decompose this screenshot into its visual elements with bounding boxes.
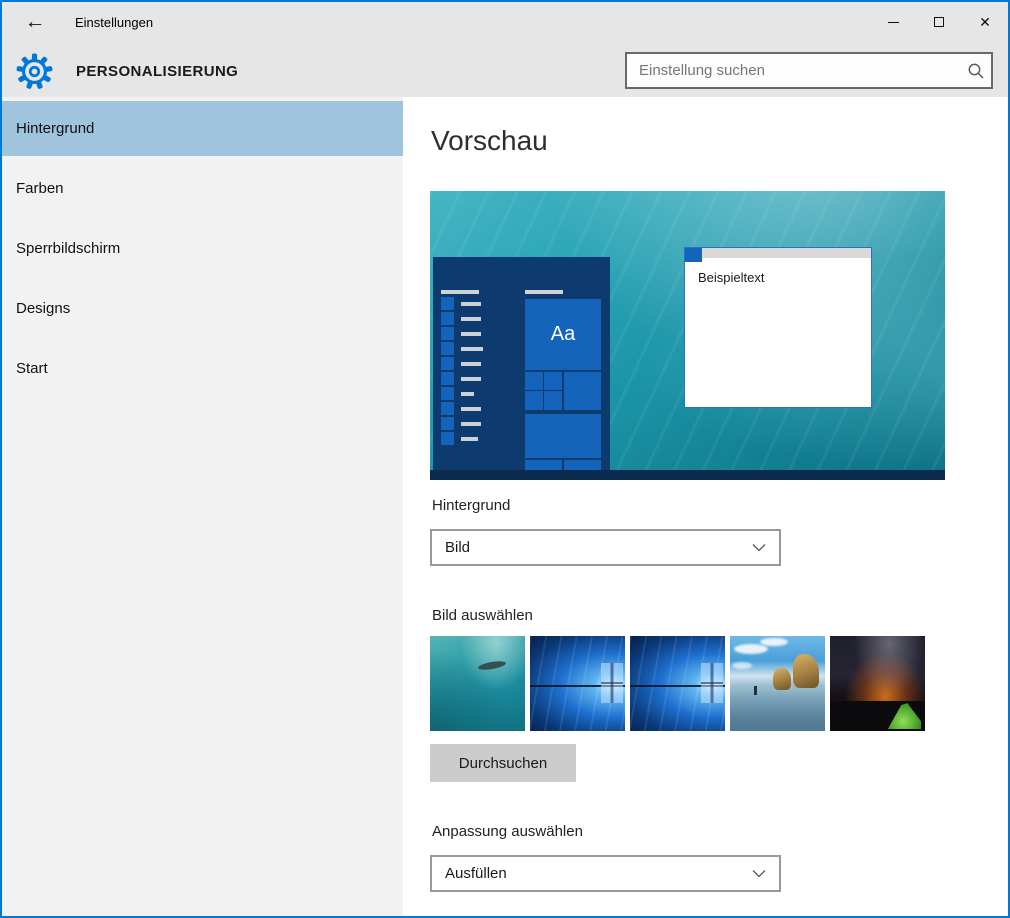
windows-logo-glow <box>701 663 723 703</box>
background-dropdown[interactable]: Bild <box>430 529 781 566</box>
sidebar-item-label: Farben <box>16 180 64 197</box>
search-box <box>625 52 993 89</box>
browse-button[interactable]: Durchsuchen <box>430 744 576 782</box>
sidebar-item-hintergrund[interactable]: Hintergrund <box>2 101 403 156</box>
rock-formation <box>773 668 791 690</box>
sample-window-mockup: Beispieltext <box>684 247 872 408</box>
sample-window-titlebar <box>685 248 871 258</box>
chevron-down-icon <box>739 543 779 552</box>
sidebar: Hintergrund Farben Sperrbildschirm Desig… <box>2 97 403 916</box>
rock-formation <box>793 654 819 688</box>
sample-window-accent-square <box>685 248 702 262</box>
settings-window: ← Einstellungen ✕ <box>0 0 1010 918</box>
caption-buttons: ✕ <box>870 2 1008 42</box>
app-body: Hintergrund Farben Sperrbildschirm Desig… <box>2 97 1008 916</box>
wallpaper-thumbnails <box>430 636 925 731</box>
search-icon[interactable] <box>961 62 991 80</box>
sidebar-item-label: Start <box>16 360 48 377</box>
main-content: Vorschau <box>403 97 1008 916</box>
preview-heading: Vorschau <box>431 125 548 157</box>
back-arrow-icon: ← <box>25 10 46 34</box>
sidebar-item-designs[interactable]: Designs <box>2 281 403 336</box>
back-button[interactable]: ← <box>20 8 50 36</box>
desktop-preview: Aa Beispieltext <box>430 191 945 480</box>
sidebar-item-label: Hintergrund <box>16 120 94 137</box>
fit-dropdown-value: Ausfüllen <box>432 865 739 882</box>
start-menu-mockup: Aa <box>433 257 610 470</box>
top-strip: ← Einstellungen ✕ <box>2 2 1008 97</box>
fit-dropdown[interactable]: Ausfüllen <box>430 855 781 892</box>
taskbar-mockup <box>430 470 945 480</box>
choose-image-label: Bild auswählen <box>432 607 533 624</box>
maximize-icon <box>934 17 944 27</box>
sidebar-item-start[interactable]: Start <box>2 341 403 396</box>
background-label: Hintergrund <box>432 497 510 514</box>
sidebar-item-sperrbildschirm[interactable]: Sperrbildschirm <box>2 221 403 276</box>
swimmer-silhouette <box>478 660 507 672</box>
sample-text: Beispieltext <box>698 270 764 285</box>
thumbnail-night-tent[interactable] <box>830 636 925 731</box>
background-dropdown-value: Bild <box>432 539 739 556</box>
search-input[interactable] <box>627 62 961 79</box>
page-title: PERSONALISIERUNG <box>76 63 238 80</box>
windows-logo-glow <box>601 663 623 703</box>
font-preview-tile: Aa <box>525 299 601 370</box>
start-menu-tiles: Aa <box>525 290 601 470</box>
gear-icon <box>16 53 53 90</box>
minimize-icon <box>888 22 899 23</box>
thumbnail-underwater[interactable] <box>430 636 525 731</box>
close-button[interactable]: ✕ <box>962 2 1008 42</box>
minimize-button[interactable] <box>870 2 916 42</box>
maximize-button[interactable] <box>916 2 962 42</box>
sidebar-item-label: Sperrbildschirm <box>16 240 120 257</box>
sidebar-item-farben[interactable]: Farben <box>2 161 403 216</box>
close-icon: ✕ <box>979 15 991 29</box>
start-menu-app-list <box>441 290 483 447</box>
window-title: Einstellungen <box>75 15 153 30</box>
thumbnail-windows-hero-2[interactable] <box>630 636 725 731</box>
person-silhouette <box>754 686 757 695</box>
sidebar-item-label: Designs <box>16 300 70 317</box>
fit-label: Anpassung auswählen <box>432 823 583 840</box>
thumbnail-beach[interactable] <box>730 636 825 731</box>
thumbnail-windows-hero[interactable] <box>530 636 625 731</box>
chevron-down-icon <box>739 869 779 878</box>
